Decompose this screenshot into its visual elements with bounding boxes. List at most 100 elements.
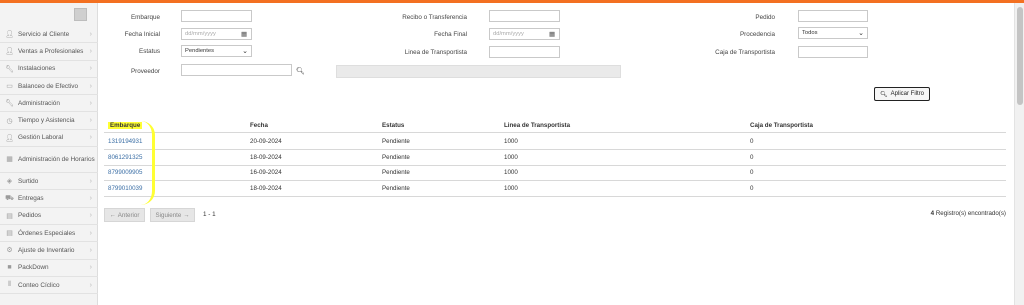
sidebar-item[interactable]: 🔧︎ Instalaciones › bbox=[0, 61, 98, 78]
sidebar-item[interactable]: ◷ Tiempo y Asistencia › bbox=[0, 112, 98, 130]
sidebar-item[interactable]: ⛟ Entregas › bbox=[0, 190, 98, 208]
search-icon[interactable]: 🔍︎ bbox=[296, 67, 305, 75]
embarque-input[interactable] bbox=[181, 10, 252, 22]
clock-icon: ◷ bbox=[6, 117, 13, 125]
sidebar-item[interactable]: 👤︎ Gestión Laboral › bbox=[0, 130, 98, 148]
calendar-icon[interactable]: ▦ bbox=[241, 30, 247, 38]
chevron-right-icon: › bbox=[89, 134, 92, 142]
pedido-input[interactable] bbox=[798, 10, 868, 22]
procedencia-select[interactable]: Todos ⌄ bbox=[798, 27, 868, 39]
table-cell: Pendiente bbox=[382, 138, 410, 145]
proveedor-label: Proveedor bbox=[130, 68, 160, 75]
chevron-right-icon: › bbox=[89, 229, 92, 237]
sidebar-item-label: Surtido bbox=[18, 177, 39, 185]
next-label: Siguiente bbox=[155, 211, 182, 219]
search-icon: 🔍︎ bbox=[880, 91, 888, 98]
sidebar-item[interactable]: ⦀ Conteo Cíclico › bbox=[0, 277, 98, 295]
chevron-down-icon: ⌄ bbox=[858, 30, 864, 37]
previous-label: Anterior bbox=[117, 211, 140, 219]
vertical-scrollbar[interactable] bbox=[1014, 3, 1024, 305]
recibo-label: Recibo o Transferencia bbox=[402, 14, 467, 21]
sidebar-item[interactable]: ▭ Balanceo de Efectivo › bbox=[0, 78, 98, 96]
gear-icon: ⚙ bbox=[6, 247, 13, 255]
chevron-right-icon: › bbox=[89, 155, 92, 163]
next-page-button[interactable]: Siguiente → bbox=[150, 208, 195, 222]
recibo-input[interactable] bbox=[489, 10, 560, 22]
sidebar-item-label: Ventas a Profesionales bbox=[18, 47, 84, 55]
linea-label: Linea de Transportista bbox=[404, 49, 467, 56]
chevron-right-icon: › bbox=[89, 117, 92, 125]
fecha-final-label: Fecha Final bbox=[434, 31, 467, 38]
chevron-right-icon: › bbox=[89, 47, 92, 55]
table-cell: Pendiente bbox=[382, 184, 410, 192]
page-range: 1 - 1 bbox=[203, 211, 216, 218]
sidebar-item-label: Administración bbox=[18, 99, 60, 107]
proveedor-input[interactable] bbox=[181, 64, 292, 76]
chevron-right-icon: › bbox=[89, 212, 92, 220]
table-cell: 20-09-2024 bbox=[250, 138, 282, 145]
arrow-left-icon: ← bbox=[109, 211, 116, 219]
sidebar-item-label: Servicio al Cliente bbox=[18, 30, 70, 38]
sidebar-item[interactable]: ▤ Órdenes Especiales › bbox=[0, 225, 98, 243]
shield-icon: ◈ bbox=[6, 178, 13, 186]
sidebar-item-label: Gestión Laboral bbox=[18, 134, 64, 142]
sidebar-collapse-button[interactable] bbox=[74, 8, 87, 21]
proveedor-name-field bbox=[336, 65, 621, 78]
row-divider bbox=[104, 164, 1006, 166]
chevron-right-icon: › bbox=[89, 65, 92, 73]
sidebar-item[interactable]: ▤ Pedidos › bbox=[0, 208, 98, 225]
sidebar-item[interactable]: ■ PackDown › bbox=[0, 260, 98, 277]
scrollbar-thumb[interactable] bbox=[1017, 7, 1023, 105]
header-divider bbox=[104, 132, 1006, 133]
sidebar-item[interactable]: ⚙ Ajuste de Inventario › bbox=[0, 242, 98, 260]
sidebar-item[interactable]: 🔧︎ Administración › bbox=[0, 95, 98, 113]
pedido-label: Pedido bbox=[755, 14, 775, 21]
apply-filter-button[interactable]: 🔍︎ Aplicar Filtro bbox=[874, 87, 930, 101]
previous-page-button[interactable]: ← Anterior bbox=[104, 208, 145, 222]
sidebar-item-label: Entregas bbox=[18, 195, 44, 203]
column-header-fecha[interactable]: Fecha bbox=[250, 122, 268, 129]
sidebar: 👤︎ Servicio al Cliente › 👤︎ Ventas a Profesi… bbox=[0, 3, 98, 305]
highlight-annotation bbox=[137, 121, 155, 205]
calendar-icon[interactable]: ▦ bbox=[549, 30, 555, 38]
estatus-select[interactable]: Pendientes ⌄ bbox=[181, 45, 252, 57]
caja-input[interactable] bbox=[798, 46, 868, 58]
table-cell: 0 bbox=[750, 169, 754, 176]
procedencia-label: Procedencia bbox=[739, 31, 775, 38]
chevron-right-icon: › bbox=[89, 99, 92, 107]
table-cell: Pendiente bbox=[382, 153, 410, 161]
arrow-right-icon: → bbox=[183, 211, 190, 219]
estatus-label: Estatus bbox=[139, 48, 160, 55]
sidebar-item[interactable]: ◈ Surtido › bbox=[0, 173, 98, 191]
wrench-icon: 🔧︎ bbox=[5, 100, 14, 108]
chevron-right-icon: › bbox=[89, 195, 92, 203]
box-icon: ■ bbox=[7, 264, 12, 272]
person-icon: 👤︎ bbox=[5, 31, 14, 39]
sidebar-item[interactable]: 👤︎ Ventas a Profesionales › bbox=[0, 43, 98, 61]
top-accent-bar bbox=[0, 0, 1024, 3]
row-divider bbox=[104, 149, 1006, 150]
wrench-icon: 🔧︎ bbox=[5, 65, 14, 73]
table-cell: 1000 bbox=[504, 138, 518, 145]
table-cell: 1000 bbox=[504, 169, 518, 176]
sidebar-item[interactable]: 👤︎ Servicio al Cliente › bbox=[0, 26, 98, 44]
sidebar-item-label: Pedidos bbox=[18, 212, 42, 220]
sidebar-menu: 👤︎ Servicio al Cliente › 👤︎ Ventas a Profesi… bbox=[0, 26, 98, 295]
column-header-linea[interactable]: Linea de Transportista bbox=[504, 122, 570, 129]
chevron-right-icon: › bbox=[89, 264, 92, 272]
procedencia-selected-value: Todos bbox=[802, 30, 818, 36]
truck-icon: ⛟ bbox=[5, 195, 14, 203]
column-header-caja[interactable]: Caja de Transportista bbox=[750, 122, 813, 129]
sidebar-item-label: Instalaciones bbox=[18, 65, 56, 73]
linea-input[interactable] bbox=[489, 46, 560, 58]
barcode-icon: ⦀ bbox=[7, 281, 12, 288]
table-cell: 0 bbox=[750, 184, 754, 192]
sidebar-item-label: Conteo Cíclico bbox=[18, 281, 60, 289]
table-cell: 0 bbox=[750, 138, 754, 145]
row-divider bbox=[104, 180, 1006, 181]
column-header-estatus[interactable]: Estatus bbox=[382, 122, 404, 129]
sidebar-item[interactable]: ▦ Administración de Horarios › bbox=[0, 147, 98, 174]
table-cell: 1000 bbox=[504, 153, 518, 161]
table-cell: 18-09-2024 bbox=[250, 153, 282, 161]
record-count: 4 Registro(s) encontrado(s) bbox=[930, 210, 1006, 217]
